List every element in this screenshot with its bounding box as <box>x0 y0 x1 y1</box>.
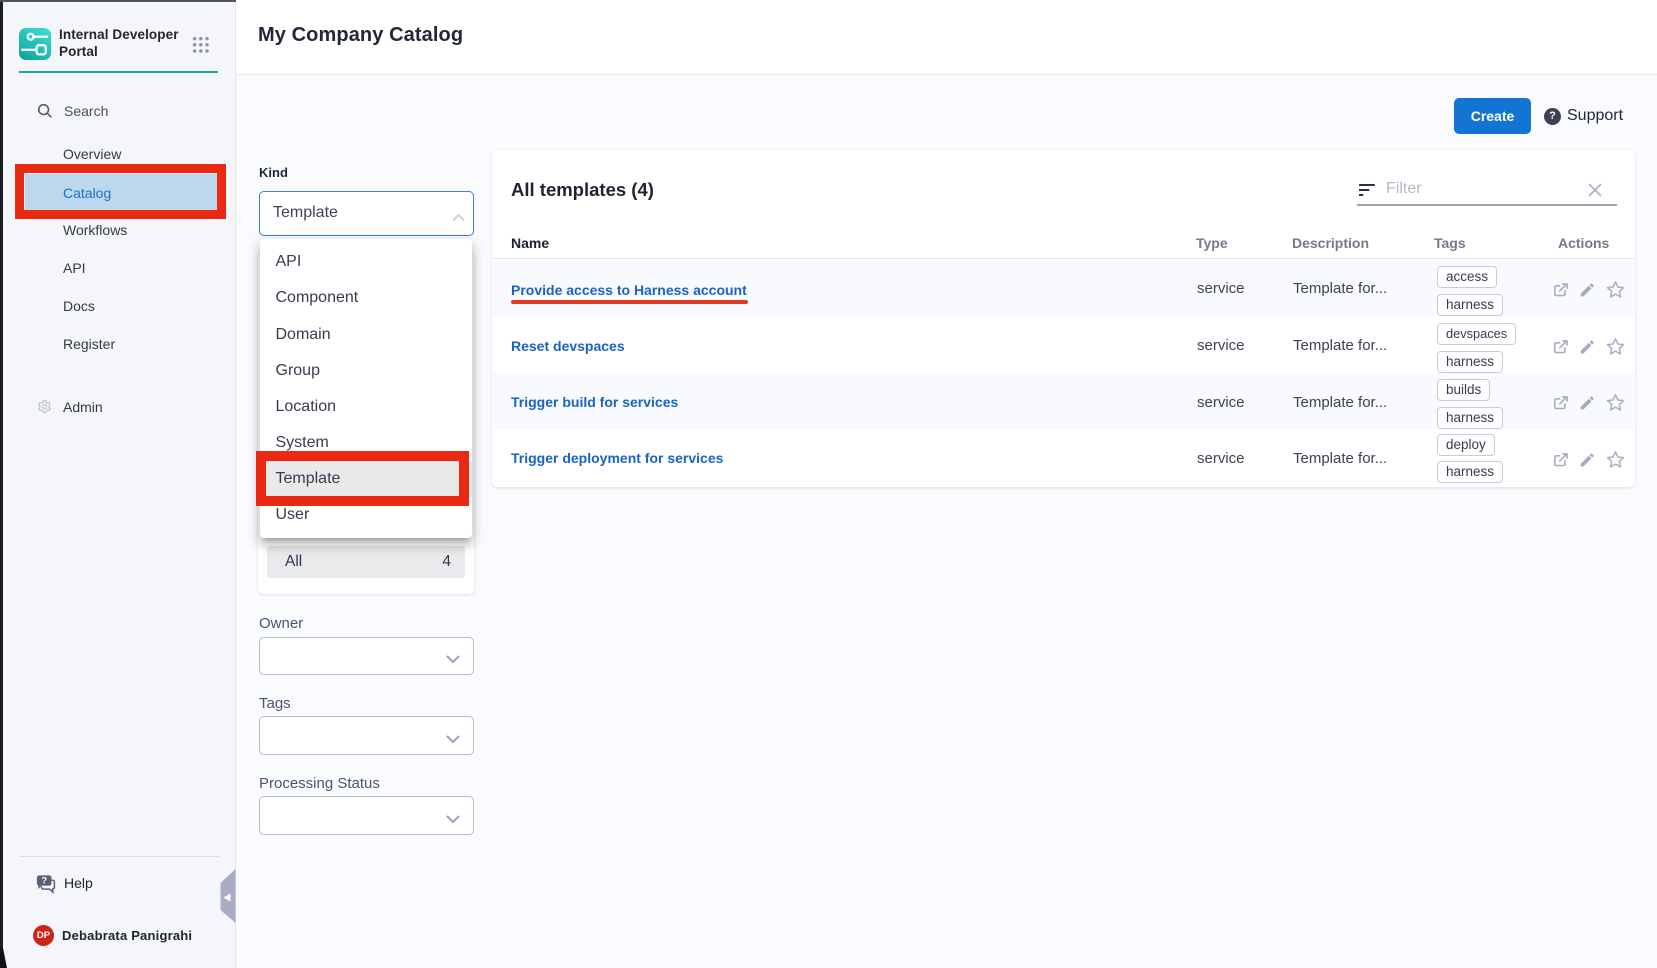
svg-text:?: ? <box>41 875 47 886</box>
